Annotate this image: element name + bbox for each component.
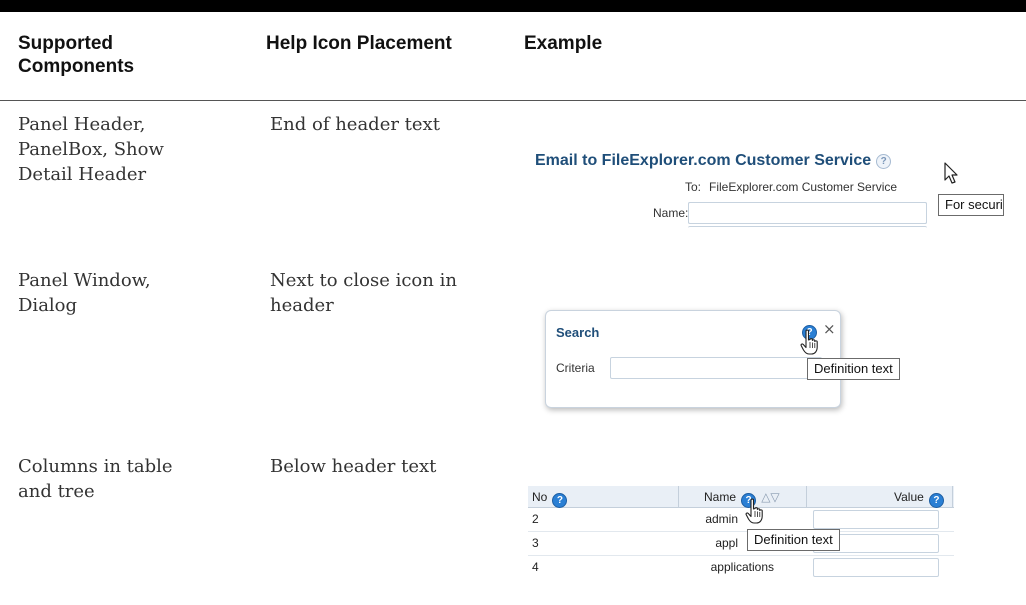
search-tooltip: Definition text (807, 358, 900, 380)
column-divider (806, 486, 807, 507)
search-dialog: Search ? × Criteria (545, 310, 841, 408)
header-supported-components: Supported Components (18, 33, 135, 77)
example1-title: Email to FileExplorer.com Customer Servi… (535, 152, 872, 169)
cell-name: applications (710, 560, 774, 574)
header-divider (0, 100, 1026, 101)
column-divider (678, 486, 679, 507)
top-rule (0, 0, 1026, 12)
row1-placement: End of header text (270, 114, 440, 135)
example1-name-label: Name: (653, 206, 689, 220)
column-name-label: Name (704, 490, 737, 504)
column-value-label: Value (894, 490, 924, 504)
header-help-icon-placement: Help Icon Placement (266, 33, 452, 54)
close-icon[interactable]: × (823, 320, 836, 338)
row2-placement: Next to close icon in header (270, 270, 457, 316)
table-tooltip: Definition text (747, 529, 840, 551)
cell-value-input[interactable] (813, 558, 939, 577)
table-row[interactable]: 3 appl (528, 532, 954, 556)
hand-cursor-icon (745, 498, 763, 524)
search-dialog-title: Search (556, 325, 600, 340)
help-icon[interactable]: ? (876, 154, 892, 169)
criteria-label: Criteria (556, 361, 595, 375)
criteria-input[interactable] (610, 357, 822, 379)
cell-value-input[interactable] (813, 510, 939, 529)
help-icon[interactable]: ? (552, 493, 568, 508)
row2-components: Panel Window, Dialog (18, 270, 151, 316)
example1-next-field-edge (688, 226, 927, 231)
example1-to-value: FileExplorer.com Customer Service (709, 180, 898, 194)
help-icon[interactable]: ? (928, 493, 944, 508)
arrow-cursor-icon (944, 162, 958, 184)
column-name-header[interactable]: Name ? △▽ (704, 488, 780, 508)
cell-name: admin (705, 512, 738, 526)
hand-cursor-icon (800, 329, 818, 355)
example1-panel: Email to FileExplorer.com Customer Servi… (535, 140, 1026, 300)
header-example: Example (524, 33, 603, 54)
column-divider (952, 486, 953, 507)
example-table: No ? Name ? △▽ Value ? 2 admin 3 appl 4 … (528, 486, 954, 582)
row3-placement: Below header text (270, 456, 437, 477)
column-value-header[interactable]: Value ? (894, 488, 944, 508)
table-row[interactable]: 4 applications (528, 556, 954, 579)
row3-components: Columns in table and tree (18, 456, 173, 502)
column-no-header[interactable]: No ? (532, 488, 568, 508)
example-table-header: No ? Name ? △▽ Value ? (528, 486, 954, 508)
example1-to-label: To: (685, 180, 702, 194)
column-no-label: No (532, 490, 548, 504)
example1-title-row: Email to FileExplorer.com Customer Servi… (535, 150, 892, 170)
cell-name: appl (715, 536, 738, 550)
row1-components: Panel Header, PanelBox, Show Detail Head… (18, 114, 164, 185)
table-row[interactable]: 2 admin (528, 508, 954, 532)
example1-name-input-visible[interactable] (688, 202, 927, 224)
example1-tooltip: For securi (938, 194, 1004, 216)
